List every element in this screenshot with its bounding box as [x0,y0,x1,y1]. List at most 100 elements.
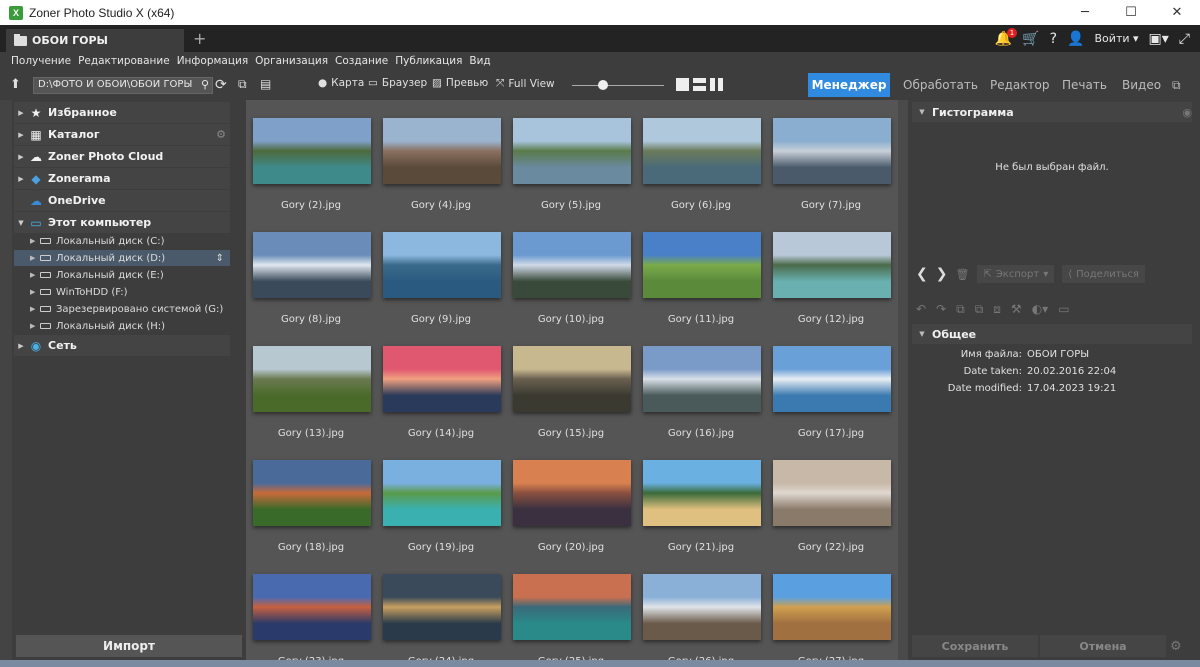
photo-thumbnail[interactable]: Gory (23).jpg [246,556,376,667]
photo-image[interactable] [643,346,761,412]
photo-image[interactable] [383,232,501,298]
photo-image[interactable] [253,346,371,412]
photo-thumbnail[interactable]: Gory (24).jpg [376,556,506,667]
menu-item-organize[interactable]: Организация [255,55,328,67]
photo-image[interactable] [253,232,371,298]
photo-image[interactable] [383,460,501,526]
notification-bell-icon[interactable]: 🔔 1 [995,27,1018,47]
disk-g[interactable]: ▶ Зарезервировано системой (G:) [14,301,230,317]
expand-arrow-icon[interactable]: ▶ [14,109,28,117]
general-header[interactable]: ▼ Общее [912,324,1192,344]
left-collapse-edge[interactable] [0,100,12,667]
rotate-right-icon[interactable]: ↷ [936,302,946,317]
export-button[interactable]: ⇱ Экспорт ▾ [977,265,1055,283]
manager-tab[interactable]: Менеджер [808,73,890,97]
nav-onedrive[interactable]: ☁ OneDrive [14,190,230,211]
nav-zoner-cloud[interactable]: ▶ ☁ Zoner Photo Cloud [14,146,230,167]
tools-icon[interactable]: ⚒ [1011,302,1022,317]
login-button[interactable]: Войти ▾ [1095,32,1139,45]
collapse-arrow-icon[interactable]: ▼ [912,330,932,338]
expand-arrow-icon[interactable]: ▶ [14,153,28,161]
photo-image[interactable] [253,460,371,526]
photo-thumbnail[interactable]: Gory (6).jpg [636,100,766,214]
photo-image[interactable] [513,118,631,184]
zoom-slider-track[interactable] [572,85,664,86]
photo-image[interactable] [773,118,891,184]
photo-image[interactable] [773,232,891,298]
disk-f[interactable]: ▶ WinToHDD (F:) [14,284,230,300]
photo-image[interactable] [513,346,631,412]
menu-item-create[interactable]: Создание [335,55,388,67]
photo-image[interactable] [383,346,501,412]
editor-tab[interactable]: Редактор [990,78,1049,92]
photo-image[interactable] [253,118,371,184]
grid-view-icon[interactable] [676,78,689,91]
maximize-button[interactable]: ☐ [1108,0,1154,25]
external-link-icon[interactable]: ⧉ [1172,78,1181,93]
color-label-icon[interactable]: ◐▾ [1032,302,1049,317]
cancel-button[interactable]: Отмена [1040,635,1166,657]
photo-image[interactable] [513,232,631,298]
menu-item-receive[interactable]: Получение [11,55,71,67]
photo-image[interactable] [253,574,371,640]
fullscreen-icon[interactable]: ⤢ [1179,31,1190,47]
disk-d[interactable]: ▶ Локальный диск (D:) ⇕ [14,250,230,266]
photo-thumbnail[interactable]: Gory (5).jpg [506,100,636,214]
expand-arrow-icon[interactable]: ▶ [14,131,28,139]
comment-icon[interactable]: ▭ [1058,302,1069,317]
preview-button[interactable]: ▨ Превью [432,77,488,89]
photo-thumbnail[interactable]: Gory (9).jpg [376,214,506,328]
process-tab[interactable]: Обработать [903,78,978,92]
minimize-button[interactable]: ─ [1062,0,1108,25]
photo-image[interactable] [773,574,891,640]
columns-view-icon[interactable] [710,78,723,91]
close-button[interactable]: ✕ [1154,0,1200,25]
histogram-header[interactable]: ▼ Гистограмма ◉ [912,102,1192,122]
sort-arrows-icon[interactable]: ⇕ [216,253,224,264]
duplicate-icon[interactable]: ⧉ [975,302,984,317]
photo-thumbnail[interactable]: Gory (8).jpg [246,214,376,328]
photo-thumbnail[interactable]: Gory (26).jpg [636,556,766,667]
collapse-arrow-icon[interactable]: ▼ [912,108,932,116]
next-icon[interactable]: ❯ [936,266,948,282]
refresh-icon[interactable]: ⟳ [215,77,227,93]
trash-icon[interactable]: 🗑 [955,268,969,281]
photo-thumbnail[interactable]: Gory (14).jpg [376,328,506,442]
grid-scrollbar[interactable] [898,100,908,667]
photo-thumbnail[interactable]: Gory (10).jpg [506,214,636,328]
photo-thumbnail[interactable]: Gory (16).jpg [636,328,766,442]
photo-image[interactable] [643,118,761,184]
tab-oboi-gory[interactable]: ОБОИ ГОРЫ [6,29,184,52]
search-icon[interactable]: ⚲ [201,78,209,91]
photo-image[interactable] [383,118,501,184]
nav-catalog[interactable]: ▶ ▦ Каталог ⚙ [14,124,230,145]
photo-thumbnail[interactable]: Gory (2).jpg [246,100,376,214]
photo-image[interactable] [643,232,761,298]
save-button[interactable]: Сохранить [912,635,1038,657]
path-field[interactable]: D:\ФОТО И ОБОИ\ОБОИ ГОРЫ ⚲ [33,77,213,94]
photo-image[interactable] [643,460,761,526]
menu-item-edit[interactable]: Редактирование [78,55,170,67]
help-icon[interactable]: ? [1050,31,1057,47]
photo-image[interactable] [773,460,891,526]
photo-thumbnail[interactable]: Gory (21).jpg [636,442,766,556]
nav-network[interactable]: ▶ ◉ Сеть [14,335,230,356]
photo-thumbnail[interactable]: Gory (19).jpg [376,442,506,556]
photo-thumbnail[interactable]: Gory (20).jpg [506,442,636,556]
photo-thumbnail[interactable]: Gory (25).jpg [506,556,636,667]
expand-arrow-icon[interactable]: ▶ [14,342,28,350]
folder-up-icon[interactable]: ⬆ [10,77,21,92]
new-window-icon[interactable]: ⧉ [238,77,247,92]
photo-image[interactable] [643,574,761,640]
photo-thumbnail[interactable]: Gory (13).jpg [246,328,376,442]
catalog-settings-icon[interactable]: ⚙ [216,128,226,141]
menu-item-info[interactable]: Информация [177,55,248,67]
import-button[interactable]: Импорт [16,635,242,657]
previous-icon[interactable]: ❮ [916,266,928,282]
copy-icon[interactable]: ⧉ [956,302,965,317]
workspace-icon[interactable]: ▣▾ [1149,31,1169,47]
rotate-left-icon[interactable]: ↶ [916,302,926,317]
photo-thumbnail[interactable]: Gory (7).jpg [766,100,896,214]
photo-image[interactable] [383,574,501,640]
photo-thumbnail[interactable]: Gory (18).jpg [246,442,376,556]
